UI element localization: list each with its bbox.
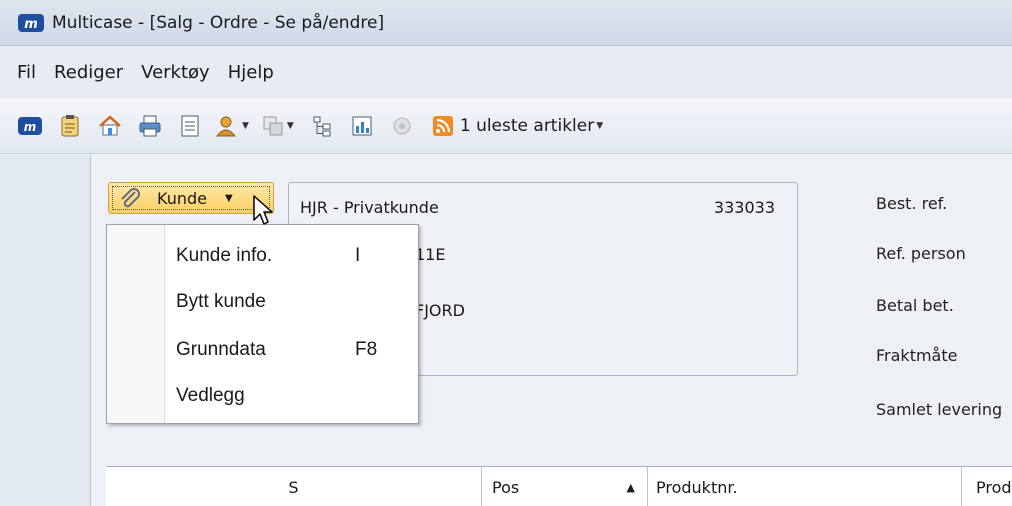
svg-text:m: m (24, 17, 38, 32)
menu-item-shortcut: I (355, 245, 361, 266)
menu-icon-gutter (107, 225, 165, 423)
menu-item-shortcut: F8 (355, 339, 378, 360)
column-header-prod[interactable]: Prod (962, 467, 1012, 506)
label-betal-bet: Betal bet. (876, 296, 954, 315)
kunde-button-label: Kunde (157, 188, 207, 208)
label-best-ref: Best. ref. (876, 194, 948, 213)
toolbar: m ▼ ▼ 1 uleste artikler ▼ (0, 98, 1012, 154)
svg-text:m: m (24, 120, 37, 134)
menu-item-label: Bytt kunde (176, 291, 266, 312)
user-dropdown[interactable]: ▼ (214, 114, 253, 138)
column-header-label: Produktnr. (656, 477, 738, 497)
home-icon[interactable] (94, 110, 126, 142)
clipboard-icon[interactable] (54, 110, 86, 142)
paperclip-icon (121, 188, 140, 208)
chevron-down-icon: ▼ (596, 120, 604, 131)
rss-icon (432, 115, 453, 136)
rss-unread-label: 1 uleste artikler (459, 115, 595, 136)
column-header-pos[interactable]: Pos ▲ (482, 467, 648, 506)
menu-item-label: Grunndata (176, 339, 266, 360)
menu-item-label: Vedlegg (176, 385, 245, 406)
window-title: Multicase - [Salg - Ordre - Se på/endre] (52, 12, 385, 33)
order-lines-grid-header: S Pos ▲ Produktnr. Prod (106, 466, 1012, 506)
chart-icon[interactable] (346, 110, 378, 142)
menu-bar: Fil Rediger Verktøy Hjelp (0, 46, 1012, 98)
customer-number: 333033 (713, 198, 775, 217)
kunde-button[interactable]: Kunde ▼ (108, 182, 274, 214)
menu-fil[interactable]: Fil (8, 58, 45, 87)
document-icon[interactable] (174, 110, 206, 142)
column-header-label: Pos (492, 477, 520, 497)
menu-verktoy[interactable]: Verktøy (132, 58, 219, 87)
tree-icon[interactable] (306, 110, 338, 142)
rss-unread-button[interactable]: 1 uleste artikler ▼ (432, 115, 607, 137)
copy-dropdown[interactable]: ▼ (261, 114, 298, 138)
customer-city: FJORD (415, 301, 465, 320)
column-header-label: S (288, 477, 299, 497)
menu-item-kunde-info[interactable]: Kunde info. I (164, 234, 418, 278)
app-logo-icon[interactable]: m (16, 12, 46, 34)
chevron-down-icon: ▼ (286, 120, 294, 131)
column-header-produktnr[interactable]: Produktnr. (648, 467, 962, 506)
label-samlet-levering: Samlet levering (876, 400, 1003, 419)
left-pane (0, 155, 91, 506)
app-logo-icon[interactable]: m (14, 110, 46, 142)
column-header-label: Prod (976, 477, 1012, 497)
menu-rediger[interactable]: Rediger (45, 58, 132, 87)
column-header-s[interactable]: S (106, 467, 482, 506)
print-icon[interactable] (134, 110, 166, 142)
mouse-cursor-icon (253, 195, 273, 225)
menu-item-label: Kunde info. (176, 245, 273, 266)
customer-name: HJR - Privatkunde (300, 198, 439, 217)
disabled-circle-icon[interactable] (386, 110, 418, 142)
label-fraktmate: Fraktmåte (876, 346, 958, 365)
chevron-down-icon: ▼ (224, 192, 233, 204)
title-bar: m Multicase - [Salg - Ordre - Se på/endr… (0, 0, 1012, 46)
menu-item-grunndata[interactable]: Grunndata F8 (164, 328, 418, 372)
app-window: m Multicase - [Salg - Ordre - Se på/endr… (0, 0, 1012, 506)
label-ref-person: Ref. person (876, 244, 966, 263)
chevron-down-icon: ▼ (242, 120, 249, 131)
sort-ascending-icon: ▲ (626, 480, 635, 494)
menu-item-bytt-kunde[interactable]: Bytt kunde (164, 280, 418, 324)
menu-item-vedlegg[interactable]: Vedlegg (164, 374, 418, 418)
user-icon (215, 116, 237, 136)
menu-hjelp[interactable]: Hjelp (219, 58, 283, 87)
customer-address: 11E (415, 245, 446, 264)
kunde-dropdown-menu: Kunde info. I Bytt kunde Grunndata F8 Ve… (106, 224, 419, 424)
copy-icon (263, 116, 283, 135)
